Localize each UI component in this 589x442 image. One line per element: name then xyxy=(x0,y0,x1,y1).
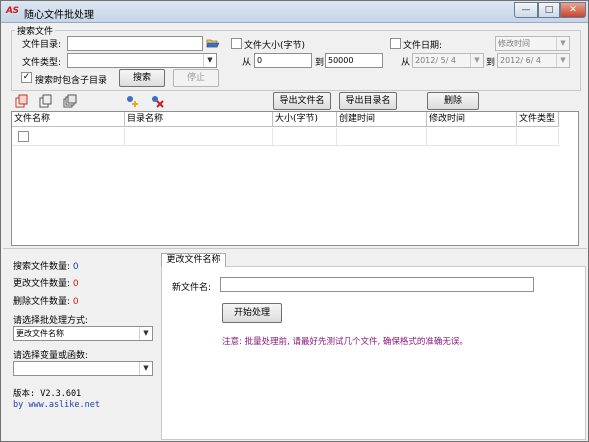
warning-note: 注意: 批量处理前, 请最好先测试几个文件, 确保格式的准确无误。 xyxy=(222,337,468,347)
deleted-count-label: 删除文件数量: xyxy=(13,297,71,307)
minimize-button[interactable]: — xyxy=(514,2,538,18)
date-from-value: 2012/ 5/ 4 xyxy=(415,56,457,65)
include-subdirectory-checkbox[interactable]: ✓ xyxy=(21,72,32,83)
file-date-label: 文件日期: xyxy=(403,41,443,51)
maximize-button[interactable]: □ xyxy=(538,2,560,18)
column-header-modified[interactable]: 修改时间 xyxy=(427,112,517,127)
date-to-picker[interactable]: 2012/ 6/ 4 ▼ xyxy=(497,53,570,68)
file-size-checkbox[interactable] xyxy=(231,38,242,49)
table-cell xyxy=(427,128,517,146)
table-cell xyxy=(517,128,559,146)
changed-count-label: 更改文件数量: xyxy=(13,279,71,289)
new-name-label: 新文件名: xyxy=(172,283,212,293)
version-label: 版本: V2.3.601 xyxy=(13,389,82,399)
search-count-label: 搜索文件数量: xyxy=(13,262,71,272)
date-type-value: 修改时间 xyxy=(498,39,530,48)
table-row[interactable] xyxy=(12,128,125,146)
chevron-down-icon: ▼ xyxy=(139,362,152,375)
chevron-down-icon: ▼ xyxy=(203,54,216,67)
file-size-label: 文件大小(字节) xyxy=(244,41,306,51)
main-window: AS 随心文件批处理 — □ ✕ 搜索文件 文件目录: 文件类型: ▼ ✓ 搜索… xyxy=(0,0,589,442)
include-subdirectory-label: 搜索时包含子目录 xyxy=(35,76,108,86)
column-header-filetype[interactable]: 文件类型 xyxy=(517,112,559,127)
tab-rename[interactable]: 更改文件名称 xyxy=(161,253,226,267)
pages-copy-icon[interactable] xyxy=(39,94,53,108)
column-header-directory[interactable]: 目录名称 xyxy=(125,112,273,127)
delete-button[interactable]: 删除 xyxy=(427,92,479,110)
start-processing-button[interactable]: 开始处理 xyxy=(222,303,282,323)
window-title: 随心文件批处理 xyxy=(24,10,94,21)
new-name-input[interactable] xyxy=(220,277,534,292)
file-type-select[interactable]: ▼ xyxy=(67,53,217,68)
directory-input[interactable] xyxy=(67,36,203,51)
search-button[interactable]: 搜索 xyxy=(119,69,165,87)
chevron-down-icon: ▼ xyxy=(139,327,152,340)
method-label: 请选择批处理方式: xyxy=(13,316,89,326)
file-type-label: 文件类型: xyxy=(22,58,62,68)
table-cell xyxy=(337,128,427,146)
export-filenames-button[interactable]: 导出文件名 xyxy=(273,92,331,110)
directory-label: 文件目录: xyxy=(22,40,62,50)
date-from-picker[interactable]: 2012/ 5/ 4 ▼ xyxy=(412,53,484,68)
deleted-count-stat: 删除文件数量: 0 xyxy=(13,294,79,307)
table-cell xyxy=(125,128,273,146)
chevron-down-icon: ▼ xyxy=(556,37,569,50)
changed-count-stat: 更改文件数量: 0 xyxy=(13,276,79,289)
date-to-label: 到 xyxy=(486,58,496,68)
add-icon[interactable] xyxy=(125,94,139,108)
close-button[interactable]: ✕ xyxy=(560,2,586,18)
changed-count-value: 0 xyxy=(72,279,79,289)
search-count-stat: 搜索文件数量: 0 xyxy=(13,259,79,272)
column-header-created[interactable]: 创建时间 xyxy=(337,112,427,127)
date-type-select[interactable]: 修改时间 ▼ xyxy=(495,36,570,51)
size-from-input[interactable]: 0 xyxy=(254,53,312,68)
website-link[interactable]: by www.aslike.net xyxy=(13,400,100,410)
app-logo-icon: AS xyxy=(6,6,19,16)
method-select[interactable]: 更改文件名称 ▼ xyxy=(13,326,153,341)
file-list-table[interactable]: 文件名称 目录名称 大小(字节) 创建时间 修改时间 文件类型 xyxy=(11,111,579,246)
column-header-filename[interactable]: 文件名称 xyxy=(12,112,125,127)
size-from-label: 从 xyxy=(242,58,252,68)
pages-red-icon[interactable] xyxy=(15,94,29,108)
title-bar[interactable]: AS 随心文件批处理 — □ ✕ xyxy=(1,1,588,23)
rename-tab-panel xyxy=(161,266,586,440)
deleted-count-value: 0 xyxy=(72,297,79,307)
search-count-value: 0 xyxy=(72,262,79,272)
file-date-checkbox[interactable] xyxy=(390,38,401,49)
chevron-down-icon: ▼ xyxy=(470,54,483,67)
chevron-down-icon: ▼ xyxy=(556,54,569,67)
size-to-input[interactable]: 50000 xyxy=(325,53,383,68)
export-directories-button[interactable]: 导出目录名 xyxy=(339,92,397,110)
variable-label: 请选择变量或函数: xyxy=(13,351,89,361)
row-checkbox[interactable] xyxy=(18,131,29,142)
variable-select[interactable]: ▼ xyxy=(13,361,153,376)
size-to-label: 到 xyxy=(315,58,325,68)
date-to-value: 2012/ 6/ 4 xyxy=(500,56,542,65)
column-header-size[interactable]: 大小(字节) xyxy=(273,112,337,127)
date-from-label: 从 xyxy=(401,58,411,68)
method-value: 更改文件名称 xyxy=(16,329,64,338)
stop-button[interactable]: 停止 xyxy=(173,69,219,87)
open-folder-icon[interactable] xyxy=(206,37,219,49)
search-group-label: 搜索文件 xyxy=(15,24,56,37)
pages-stack-icon[interactable] xyxy=(63,94,77,108)
delete-x-icon[interactable] xyxy=(150,94,164,108)
table-cell xyxy=(273,128,337,146)
